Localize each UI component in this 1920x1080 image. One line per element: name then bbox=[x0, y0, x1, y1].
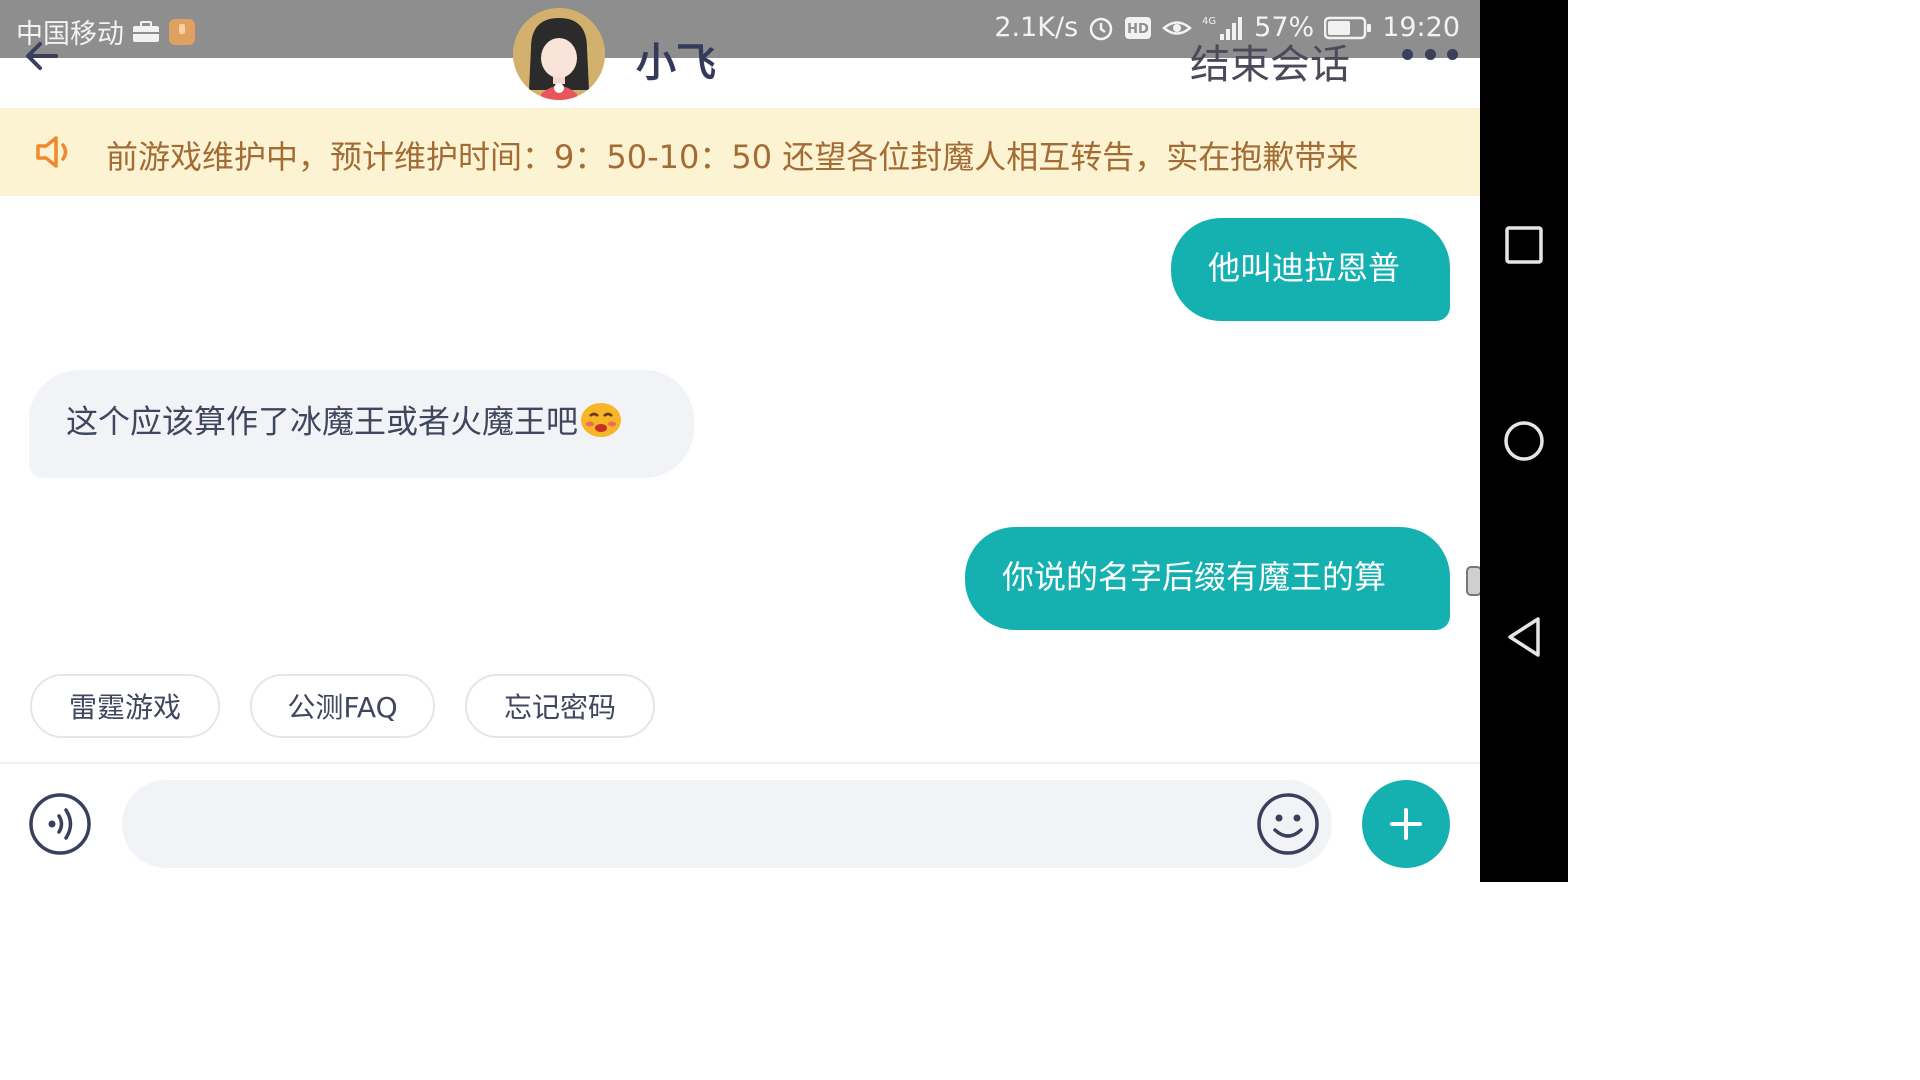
svg-text:HD: HD bbox=[1127, 22, 1149, 37]
system-nav-bar bbox=[1480, 0, 1568, 882]
notice-banner: 前游戏维护中，预计维护时间：9：50-10：50 还望各位封魔人相互转告，实在抱… bbox=[0, 108, 1480, 196]
user-message: 他叫迪拉恩普 bbox=[1171, 218, 1450, 321]
quick-reply-chip[interactable]: 雷霆游戏 bbox=[30, 674, 220, 738]
back-triangle-icon[interactable] bbox=[1502, 615, 1546, 659]
message-text-wrap: 这个应该算作了冰魔王或者火魔王吧 bbox=[66, 400, 622, 447]
eye-comfort-icon bbox=[1162, 17, 1193, 39]
more-options-icon[interactable] bbox=[1402, 46, 1458, 62]
net-speed: 2.1K/s bbox=[994, 12, 1079, 43]
message-text: 他叫迪拉恩普 bbox=[1208, 249, 1401, 287]
end-session-button[interactable]: 结束会话 bbox=[1190, 32, 1350, 90]
message-text: 你说的名字后缀有魔王的算 bbox=[1002, 558, 1387, 596]
agent-name: 小飞 bbox=[636, 40, 716, 86]
message-text: 这个应该算作了冰魔王或者火魔王吧 bbox=[66, 402, 579, 441]
svg-text:4G: 4G bbox=[1202, 16, 1216, 27]
quick-reply-chip[interactable]: 忘记密码 bbox=[465, 674, 655, 738]
plus-icon bbox=[1390, 808, 1422, 840]
sad-face-icon bbox=[580, 400, 622, 447]
hd-icon: HD bbox=[1124, 16, 1152, 40]
recents-square-icon[interactable] bbox=[1502, 223, 1546, 267]
message-input[interactable] bbox=[122, 780, 1332, 868]
briefcase-icon bbox=[132, 20, 160, 43]
agent-message: 这个应该算作了冰魔王或者火魔王吧 bbox=[29, 370, 694, 478]
home-circle-icon[interactable] bbox=[1502, 419, 1546, 463]
clock: 19:20 bbox=[1382, 12, 1460, 43]
user-message: 你说的名字后缀有魔王的算 bbox=[965, 527, 1450, 630]
app-notification-icon bbox=[168, 18, 196, 46]
input-bar bbox=[0, 762, 1480, 882]
voice-input-icon[interactable] bbox=[28, 792, 92, 856]
notice-text: 前游戏维护中，预计维护时间：9：50-10：50 还望各位封魔人相互转告，实在抱… bbox=[106, 138, 1359, 176]
alarm-icon bbox=[1088, 15, 1114, 41]
emoji-picker-icon[interactable] bbox=[1256, 792, 1320, 856]
back-arrow-icon[interactable] bbox=[22, 36, 62, 76]
add-attachment-button[interactable] bbox=[1362, 780, 1450, 868]
speaker-icon bbox=[34, 134, 74, 170]
chat-screen: 中国移动 2.1K/s HD 4G 57% 19:20 小飞 结束会话 前游戏维… bbox=[0, 0, 1568, 882]
agent-avatar bbox=[513, 8, 605, 100]
quick-reply-chip[interactable]: 公测FAQ bbox=[250, 674, 435, 738]
